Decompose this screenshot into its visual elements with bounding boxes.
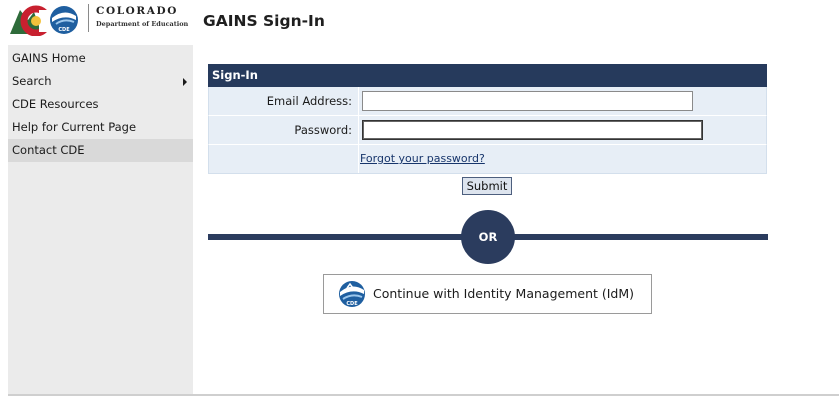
sidebar-item-label: Help for Current Page — [12, 120, 137, 134]
sidebar-item-label: CDE Resources — [12, 97, 99, 111]
idm-badge-text: CDE — [346, 301, 358, 307]
row-separator — [358, 87, 359, 115]
cde-logo[interactable]: CDE COLORADO Department of Education — [8, 2, 194, 36]
divider-line-left — [208, 234, 466, 240]
page-title: GAINS Sign-In — [203, 12, 325, 30]
header: CDE COLORADO Department of Education GAI… — [0, 0, 839, 45]
sidebar-item-cde-resources[interactable]: CDE Resources — [8, 93, 193, 116]
logo-subtitle: Department of Education — [96, 20, 189, 28]
sidebar-item-search[interactable]: Search — [8, 70, 193, 93]
sidebar-item-label: Contact CDE — [12, 143, 85, 157]
row-separator — [358, 116, 359, 144]
signin-header: Sign-In — [208, 64, 767, 87]
cde-globe-icon: CDE — [339, 281, 365, 307]
divider-line-right — [510, 234, 768, 240]
row-separator — [358, 145, 359, 173]
signin-panel: Sign-In Email Address: Password: Forgot … — [208, 64, 767, 174]
submit-button[interactable]: Submit — [462, 177, 512, 195]
sidebar-item-label: Search — [12, 74, 52, 88]
colorado-logo-icon: CDE — [10, 5, 78, 36]
caret-right-icon — [183, 78, 187, 86]
forgot-password-link[interactable]: Forgot your password? — [360, 145, 485, 173]
or-divider: OR — [461, 210, 515, 264]
email-label: Email Address: — [266, 94, 352, 108]
sidebar-item-gains-home[interactable]: GAINS Home — [8, 47, 193, 70]
logo-divider — [88, 4, 89, 32]
sidebar-item-label: GAINS Home — [12, 51, 86, 65]
idm-login-button[interactable]: CDE Continue with Identity Management (I… — [323, 274, 652, 314]
sidebar: GAINS Home Search CDE Resources Help for… — [8, 45, 193, 394]
password-label: Password: — [294, 123, 352, 137]
logo-name: COLORADO — [96, 5, 178, 17]
password-row: Password: — [208, 116, 767, 145]
email-row: Email Address: — [208, 87, 767, 116]
idm-button-label: Continue with Identity Management (IdM) — [373, 286, 635, 301]
sidebar-item-help[interactable]: Help for Current Page — [8, 116, 193, 139]
password-field[interactable] — [362, 120, 703, 140]
page: CDE COLORADO Department of Education GAI… — [0, 0, 839, 396]
email-field[interactable] — [362, 91, 693, 111]
forgot-row: Forgot your password? — [208, 145, 767, 174]
sidebar-item-contact-cde[interactable]: Contact CDE — [8, 139, 193, 162]
logo-badge-text: CDE — [58, 27, 70, 33]
